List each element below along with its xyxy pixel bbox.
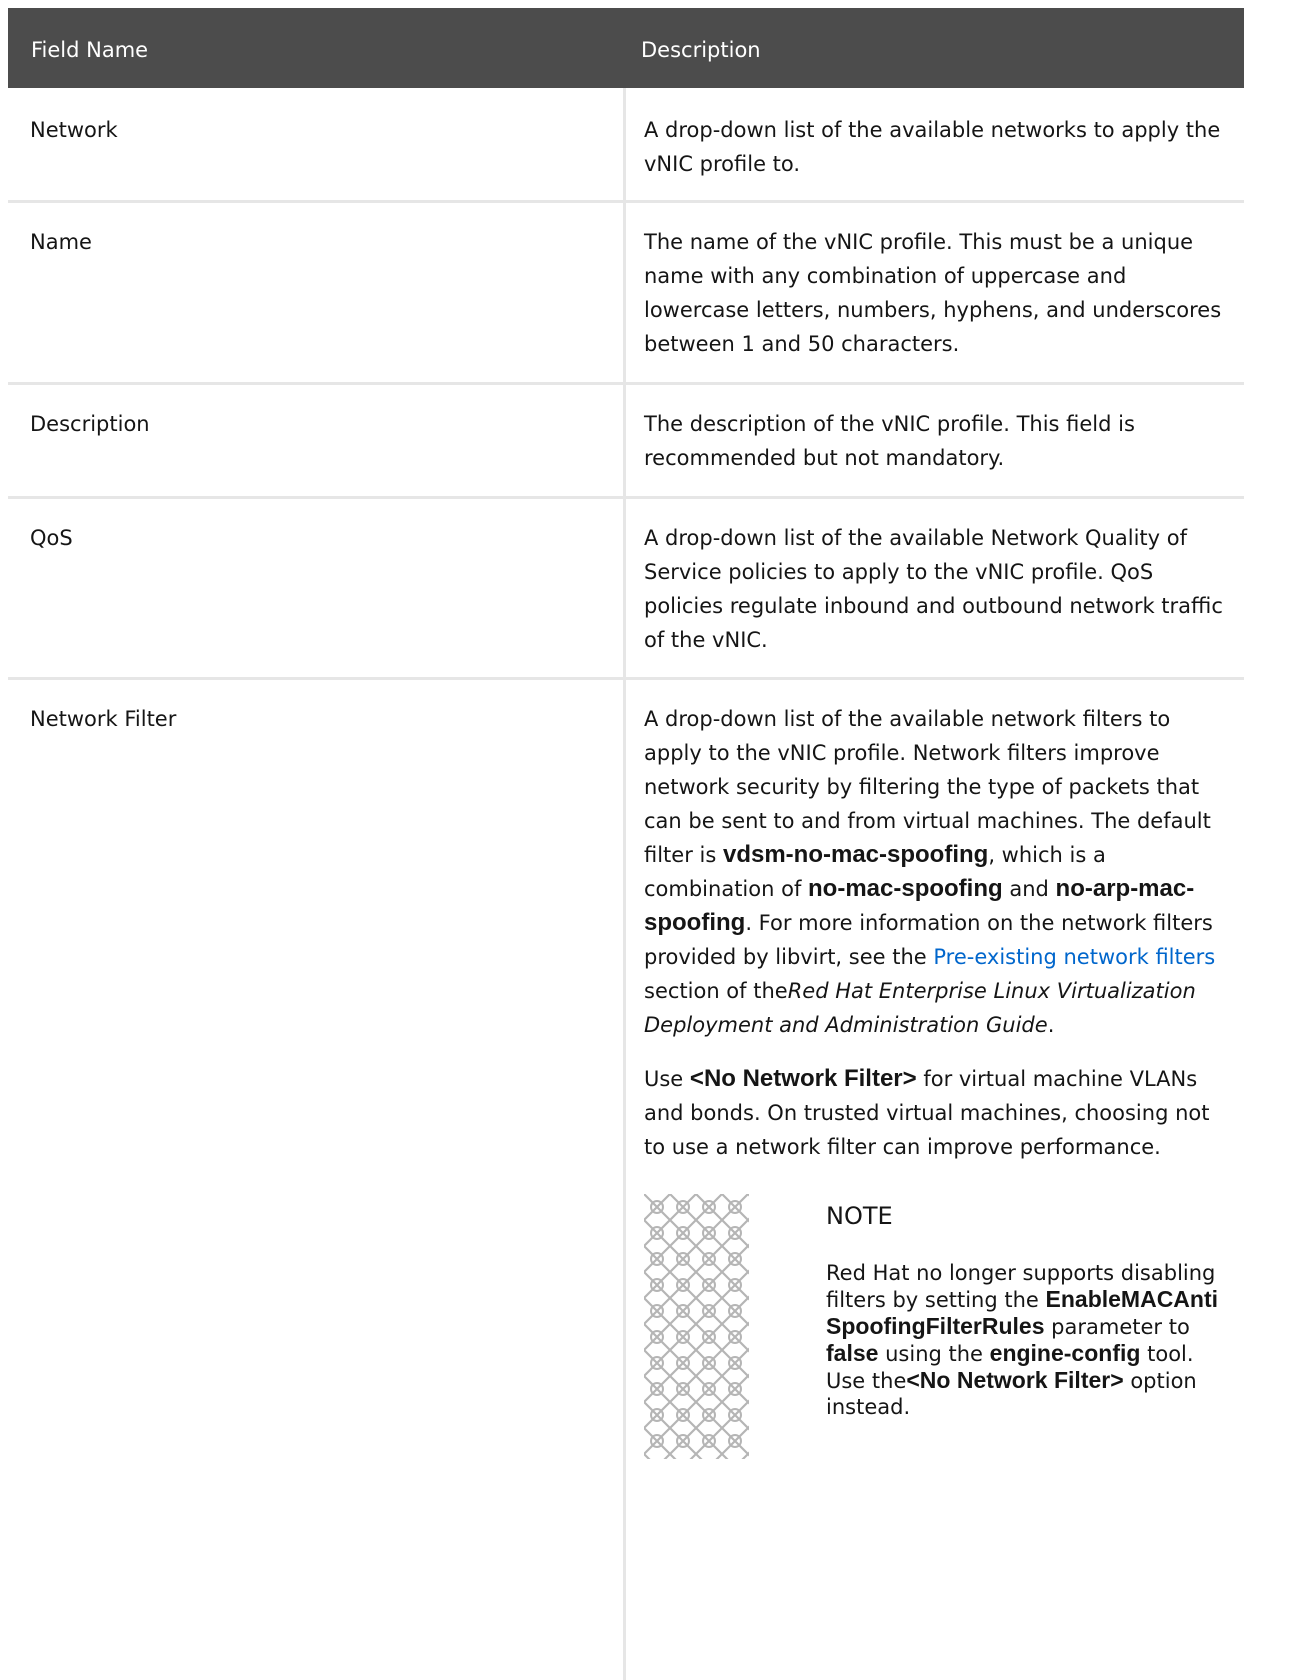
note-title: NOTE <box>826 1202 893 1230</box>
table-row: Network A drop-down list of the availabl… <box>8 88 1244 203</box>
tool-name: engine-config <box>989 1340 1141 1366</box>
table-header: Field Name Description <box>8 8 1244 88</box>
parameter-value: false <box>826 1340 879 1366</box>
no-network-filter-option: <No Network Filter> <box>689 1065 917 1092</box>
field-description-network: A drop-down list of the available networ… <box>644 118 1221 176</box>
table-row: Network Filter A drop-down list of the a… <box>8 680 1244 1680</box>
network-filter-paragraph: A drop-down list of the available networ… <box>644 707 1216 1037</box>
field-description-description: The description of the vNIC profile. Thi… <box>644 412 1135 470</box>
field-description-name: The name of the vNIC profile. This must … <box>644 230 1222 356</box>
column-divider <box>623 203 626 382</box>
note-icon <box>644 1194 749 1459</box>
column-header-field-name: Field Name <box>31 38 149 62</box>
field-name-name: Name <box>30 230 92 254</box>
note-admonition: NOTE Red Hat no longer supports disablin… <box>644 1194 1224 1464</box>
column-divider <box>623 88 626 200</box>
pre-existing-network-filters-link[interactable]: Pre-existing network filters <box>933 945 1215 969</box>
column-divider <box>623 499 626 677</box>
field-name-network-filter: Network Filter <box>30 707 177 731</box>
field-name-qos: QoS <box>30 526 73 550</box>
field-description-qos: A drop-down list of the available Networ… <box>644 526 1223 652</box>
default-filter-name: vdsm-no-mac-spoofing <box>722 841 989 868</box>
no-network-filter-option: <No Network Filter> <box>906 1367 1124 1393</box>
column-divider <box>623 385 626 496</box>
note-body: Red Hat no longer supports disabling fil… <box>826 1261 1219 1419</box>
filter-name: no-mac-spoofing <box>808 875 1003 902</box>
table-row: Description The description of the vNIC … <box>8 385 1244 499</box>
column-header-description: Description <box>641 38 761 62</box>
table-row: QoS A drop-down list of the available Ne… <box>8 499 1244 680</box>
table-row: Name The name of the vNIC profile. This … <box>8 203 1244 385</box>
field-description-network-filter: A drop-down list of the available networ… <box>644 702 1224 1464</box>
no-filter-paragraph: Use <No Network Filter> for virtual mach… <box>644 1065 1210 1159</box>
field-name-description: Description <box>30 412 150 436</box>
column-divider <box>623 680 626 1680</box>
field-name-network: Network <box>30 118 118 142</box>
vnic-profile-settings-table: Field Name Description Network A drop-do… <box>8 8 1244 1680</box>
